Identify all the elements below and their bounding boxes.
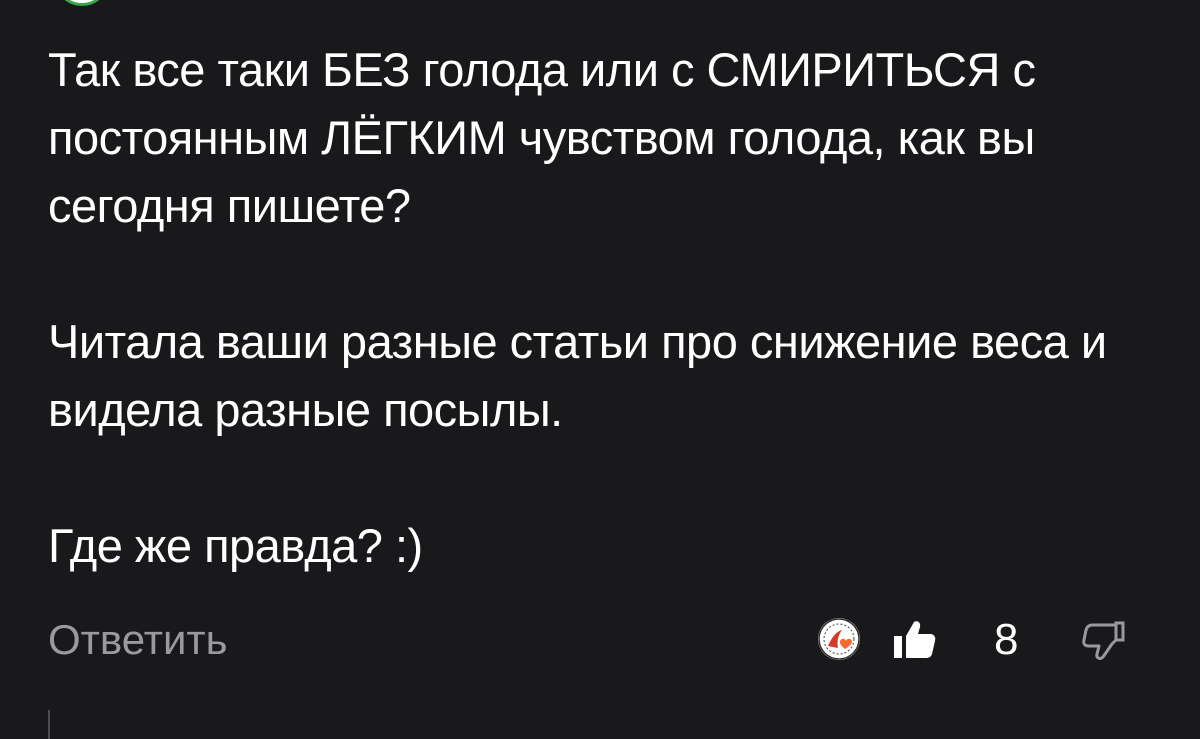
author-avatar[interactable] xyxy=(54,0,110,6)
reply-button[interactable]: Ответить xyxy=(48,612,228,668)
liker-avatar-icon[interactable] xyxy=(818,618,860,660)
comment-paragraph-2: Читала ваши разные статьи про снижение в… xyxy=(48,315,1107,436)
comment-actions: Ответить 8 xyxy=(48,612,1138,672)
like-button[interactable] xyxy=(890,618,938,662)
dislike-button[interactable] xyxy=(1080,618,1128,662)
thumbs-up-icon xyxy=(894,621,936,658)
comment-paragraph-3: Где же правда? :) xyxy=(48,519,423,572)
like-count: 8 xyxy=(994,615,1019,664)
comment-paragraph-1: Так все таки БЕЗ голода или с СМИРИТЬСЯ … xyxy=(48,43,1036,232)
comment-body: Так все таки БЕЗ голода или с СМИРИТЬСЯ … xyxy=(48,36,1168,580)
thread-line xyxy=(48,710,50,739)
thumbs-down-icon xyxy=(1082,621,1125,660)
